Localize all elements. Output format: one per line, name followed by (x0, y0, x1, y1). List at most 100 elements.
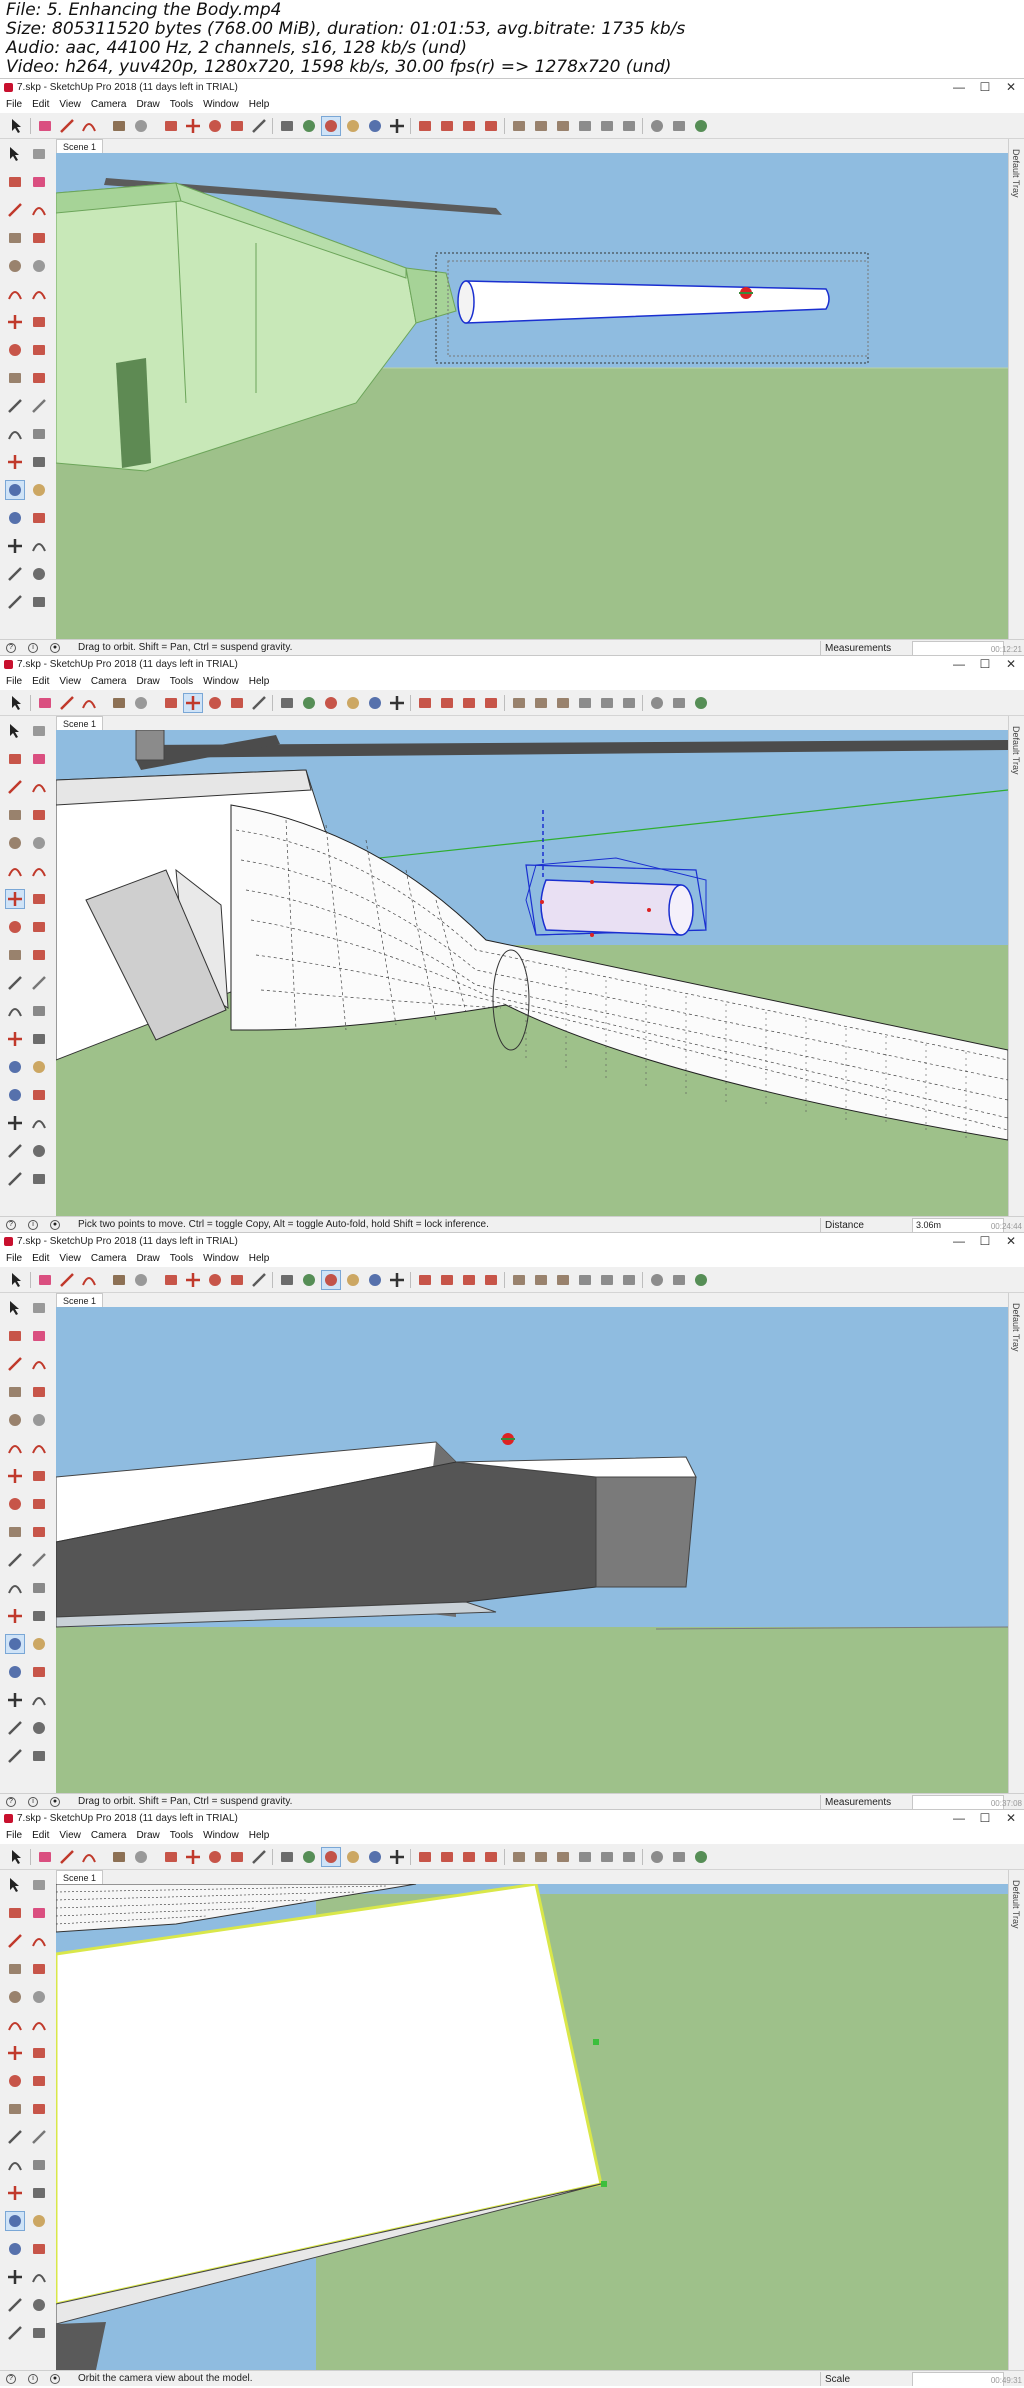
zoom-icon[interactable] (6, 1086, 24, 1104)
menu-help[interactable]: Help (243, 97, 274, 113)
default-tray[interactable]: Default Tray (1008, 1870, 1024, 2370)
share-icon[interactable] (460, 1848, 478, 1866)
menu-view[interactable]: View (53, 97, 85, 113)
position-camera-icon[interactable] (6, 565, 24, 583)
look-around-icon[interactable] (30, 1719, 48, 1737)
views-icon[interactable] (532, 1848, 550, 1866)
tape-icon[interactable] (6, 974, 24, 992)
scenes-icon[interactable] (620, 117, 638, 135)
look-around-icon[interactable] (30, 2296, 48, 2314)
shadow-icon[interactable] (648, 117, 666, 135)
pan-icon[interactable] (30, 1058, 48, 1076)
orbit-icon[interactable] (6, 1058, 24, 1076)
menu-help[interactable]: Help (243, 1828, 274, 1844)
maximize-button[interactable]: ☐ (972, 656, 998, 674)
menu-edit[interactable]: Edit (26, 674, 53, 690)
zoom-extents-icon[interactable] (388, 694, 406, 712)
shadow-icon[interactable] (648, 1848, 666, 1866)
menu-window[interactable]: Window (197, 674, 243, 690)
arc-icon[interactable] (6, 862, 24, 880)
components-icon[interactable] (576, 694, 594, 712)
tape-icon[interactable] (250, 1848, 268, 1866)
select-arrow-icon[interactable] (8, 1848, 26, 1866)
materials-icon[interactable] (598, 117, 616, 135)
zoom-window-icon[interactable] (30, 509, 48, 527)
shape-icon[interactable] (110, 1271, 128, 1289)
component-icon[interactable] (30, 722, 48, 740)
scale-icon[interactable] (228, 694, 246, 712)
pan-icon[interactable] (344, 117, 362, 135)
text-icon[interactable] (278, 117, 296, 135)
circle-icon[interactable] (132, 1848, 150, 1866)
polygon-icon[interactable] (30, 257, 48, 275)
look-around-icon[interactable] (30, 565, 48, 583)
scale-icon[interactable] (6, 369, 24, 387)
look-around-icon[interactable] (30, 1142, 48, 1160)
menu-window[interactable]: Window (197, 1828, 243, 1844)
menu-camera[interactable]: Camera (85, 674, 131, 690)
layers-icon[interactable] (510, 117, 528, 135)
text-icon[interactable] (30, 1002, 48, 1020)
tape-icon[interactable] (250, 1271, 268, 1289)
model-viewport[interactable] (56, 1307, 1008, 1793)
menu-tools[interactable]: Tools (164, 1251, 197, 1267)
scale-icon[interactable] (228, 1271, 246, 1289)
rotated-rect-icon[interactable] (30, 1383, 48, 1401)
protractor-icon[interactable] (6, 1579, 24, 1597)
freehand-icon[interactable] (30, 1355, 48, 1373)
zoom-icon[interactable] (366, 1848, 384, 1866)
rotated-rect-icon[interactable] (30, 1960, 48, 1978)
menu-help[interactable]: Help (243, 1251, 274, 1267)
orbit-icon[interactable] (321, 1270, 341, 1290)
zoom-icon[interactable] (6, 2240, 24, 2258)
styles-icon[interactable] (482, 1271, 500, 1289)
protractor-icon[interactable] (6, 425, 24, 443)
close-button[interactable]: ✕ (998, 79, 1024, 97)
layers-icon[interactable] (510, 694, 528, 712)
sections-icon[interactable] (554, 117, 572, 135)
axes-icon[interactable] (6, 1607, 24, 1625)
pie-icon[interactable] (30, 862, 48, 880)
pencil-icon[interactable] (6, 201, 24, 219)
menu-file[interactable]: File (0, 97, 26, 113)
zoom-window-icon[interactable] (30, 2240, 48, 2258)
move-icon[interactable] (184, 1848, 202, 1866)
shape-icon[interactable] (110, 694, 128, 712)
offset-icon[interactable] (30, 369, 48, 387)
views-icon[interactable] (532, 117, 550, 135)
arc-icon[interactable] (80, 1848, 98, 1866)
zoom-extents-icon[interactable] (388, 117, 406, 135)
extension-icon[interactable] (438, 117, 456, 135)
pan-icon[interactable] (344, 1271, 362, 1289)
minimize-button[interactable]: — (946, 79, 972, 97)
orbit-icon[interactable] (5, 2211, 25, 2231)
pencil-icon[interactable] (58, 694, 76, 712)
layers-icon[interactable] (510, 1848, 528, 1866)
match-photo-icon[interactable] (692, 1271, 710, 1289)
circle-icon[interactable] (6, 834, 24, 852)
match-photo-icon[interactable] (692, 694, 710, 712)
pan-icon[interactable] (344, 1848, 362, 1866)
position-camera-icon[interactable] (6, 1719, 24, 1737)
3d-text-icon[interactable] (30, 2184, 48, 2202)
move-icon[interactable] (5, 889, 25, 909)
protractor-icon[interactable] (6, 1002, 24, 1020)
eraser-icon[interactable] (36, 117, 54, 135)
offset-icon[interactable] (30, 1523, 48, 1541)
position-camera-icon[interactable] (6, 2296, 24, 2314)
rectangle-icon[interactable] (6, 1960, 24, 1978)
previous-view-icon[interactable] (30, 1114, 48, 1132)
shape-icon[interactable] (110, 117, 128, 135)
help-icon[interactable]: ? (6, 643, 16, 653)
tape-icon[interactable] (6, 2128, 24, 2146)
arc-icon[interactable] (80, 694, 98, 712)
text-icon[interactable] (278, 694, 296, 712)
offset-icon[interactable] (30, 2100, 48, 2118)
follow-me-icon[interactable] (30, 1495, 48, 1513)
sections-icon[interactable] (554, 1848, 572, 1866)
move-icon[interactable] (183, 693, 203, 713)
scale-icon[interactable] (6, 1523, 24, 1541)
dimension-icon[interactable] (30, 1551, 48, 1569)
share-icon[interactable] (460, 694, 478, 712)
push-pull-icon[interactable] (30, 2044, 48, 2062)
